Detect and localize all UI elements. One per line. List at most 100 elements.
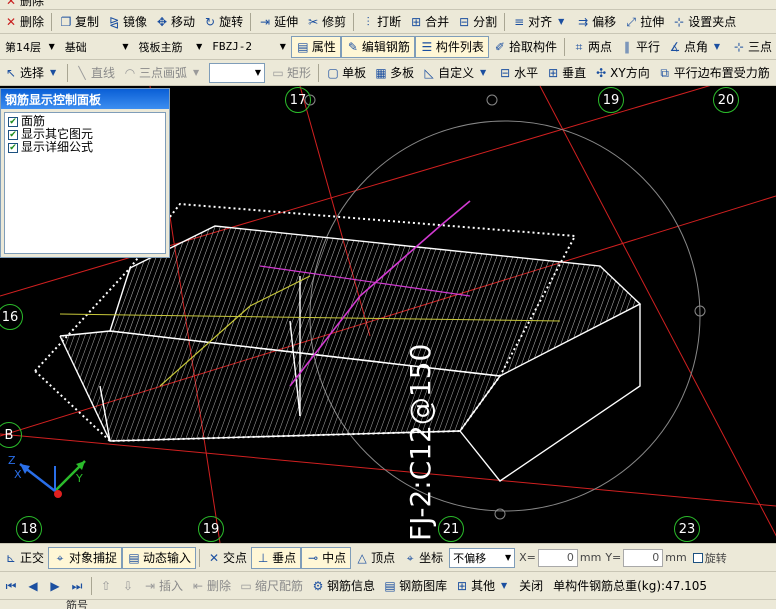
point-angle-button[interactable]: ∡ 点角 ▼	[664, 36, 728, 58]
coordinate-button[interactable]: ⌖ 坐标	[399, 547, 447, 569]
arc-button[interactable]: ◠ 三点画弧 ▼	[119, 62, 207, 84]
xy-direction-button[interactable]: ✣ XY方向	[590, 62, 654, 84]
chevron-down-icon: ▼	[504, 553, 512, 562]
extend-button[interactable]: ⇥ 延伸	[254, 11, 302, 33]
delete-button[interactable]: ✕ 删除	[0, 11, 48, 33]
rectangle-icon: ▭	[272, 65, 284, 80]
split-button[interactable]: ⊟ 分割	[453, 11, 501, 33]
first-button[interactable]: ⏮	[0, 575, 22, 597]
separator	[250, 12, 252, 31]
x-input[interactable]: 0	[537, 548, 578, 567]
two-points-button[interactable]: ⌗ 两点	[568, 36, 616, 58]
axis-label-20[interactable]: 20	[713, 87, 739, 113]
last-button[interactable]: ⏭	[66, 575, 88, 597]
edit-rebar-button[interactable]: ✎ 编辑钢筋	[340, 35, 415, 58]
grip-icon: ⊹	[674, 14, 685, 29]
align-button[interactable]: ≡ 对齐 ▼	[508, 11, 572, 33]
rotate-checkbox[interactable]	[692, 552, 703, 563]
gizmo-x-label: X	[14, 468, 22, 481]
component-name-select[interactable]: FBZJ-2 ▼	[209, 37, 289, 57]
custom-button[interactable]: ◺ 自定义 ▼	[418, 62, 494, 84]
intersection-button[interactable]: ✕ 交点	[203, 547, 251, 569]
single-plate-button[interactable]: ▢ 单板	[322, 62, 370, 84]
mirror-button[interactable]: ⧎ 镜像	[103, 11, 151, 33]
delete-button[interactable]: ✕ 删除	[0, 0, 48, 9]
next-icon: ▶	[50, 578, 60, 593]
axis-label-17[interactable]: 17	[285, 87, 311, 113]
checkbox-icon[interactable]: ✔	[8, 116, 18, 127]
multi-plate-button[interactable]: ▦ 多板	[370, 62, 418, 84]
y-unit: mm	[665, 551, 687, 564]
chevron-down-icon: ▼	[279, 42, 286, 51]
option-show-formula[interactable]: ✔ 显示详细公式	[8, 141, 162, 154]
checkbox-icon[interactable]: ✔	[8, 142, 18, 153]
horizontal-button[interactable]: ⊟ 水平	[494, 62, 542, 84]
break-button[interactable]: ⫶ 打断	[357, 11, 405, 33]
grip-point[interactable]	[486, 94, 498, 106]
grid-line	[0, 433, 776, 507]
rebar-library-button[interactable]: ▤ 钢筋图库	[379, 575, 451, 597]
scale-rebar-button[interactable]: ▭ 缩尺配筋	[235, 575, 307, 597]
offset-button[interactable]: ⇉ 偏移	[572, 11, 620, 33]
col-bar-number[interactable]: 筋号	[60, 600, 94, 609]
multi-plate-icon: ▦	[375, 65, 387, 80]
parallel-button[interactable]: ∥ 平行	[616, 36, 664, 58]
axis-label-19-bottom[interactable]: 19	[198, 516, 224, 542]
coordinate-icon: ⌖	[406, 550, 414, 565]
other-button[interactable]: ⊞ 其他 ▼	[451, 575, 515, 597]
y-input[interactable]: 0	[623, 548, 664, 567]
parallel-edge-button[interactable]: ⧉ 平行边布置受力筋	[654, 62, 774, 84]
object-snap-button[interactable]: ⌖ 对象捕捉	[48, 546, 123, 569]
line-button[interactable]: ╲ 直线	[71, 62, 119, 84]
offset-mode-select[interactable]: 不偏移 ▼	[449, 547, 516, 568]
axis-label-23[interactable]: 23	[674, 516, 700, 542]
chevron-down-icon: ▼	[196, 42, 203, 51]
dynamic-input-button[interactable]: ▤ 动态输入	[122, 546, 197, 569]
vertical-button[interactable]: ⊞ 垂直	[542, 62, 590, 84]
component-list-button[interactable]: ☰ 构件列表	[414, 35, 489, 58]
stretch-button[interactable]: ⤢ 拉伸	[620, 11, 668, 33]
insert-button[interactable]: ⇥ 插入	[139, 575, 187, 597]
move-button[interactable]: ✥ 移动	[151, 11, 199, 33]
component-type-select[interactable]: 筏板主筋 ▼	[136, 37, 206, 57]
x-unit: mm	[579, 551, 602, 564]
prev-button[interactable]: ◀	[22, 575, 44, 597]
prev-icon: ◀	[28, 578, 38, 593]
copy-button[interactable]: ❐ 复制	[55, 11, 103, 33]
axis-label-19[interactable]: 19	[598, 87, 624, 113]
rectangle-button[interactable]: ▭ 矩形	[267, 62, 315, 84]
category-select[interactable]: 基础 ▼	[62, 37, 132, 57]
next-button[interactable]: ▶	[44, 575, 66, 597]
offset-icon: ⇉	[578, 14, 589, 29]
three-points-button[interactable]: ⊹ 三点	[728, 36, 776, 58]
last-icon: ⏭	[71, 578, 83, 593]
horizontal-icon: ⊟	[500, 65, 511, 80]
close-button[interactable]: 关闭	[515, 575, 547, 597]
vertex-button[interactable]: △ 顶点	[351, 547, 399, 569]
dynamic-input-icon: ▤	[128, 550, 140, 565]
move-up-button[interactable]: ⇧	[95, 575, 117, 597]
edit-toolbar: ✕ 删除	[0, 0, 776, 10]
properties-button[interactable]: ▤ 属性	[290, 35, 341, 58]
gizmo-z-label: Z	[8, 454, 16, 467]
chevron-down-icon: ▼	[254, 68, 262, 77]
separator	[563, 37, 565, 56]
merge-button[interactable]: ⊞ 合并	[405, 11, 453, 33]
set-grip-button[interactable]: ⊹ 设置夹点	[668, 11, 740, 33]
intersection-icon: ✕	[209, 550, 220, 565]
floor-select[interactable]: 第14层 ▼	[2, 37, 58, 57]
pick-component-button[interactable]: ✐ 拾取构件	[489, 36, 561, 58]
delete-row-button[interactable]: ⇤ 删除	[187, 575, 235, 597]
perpendicular-button[interactable]: ⊥ 垂点	[251, 546, 302, 569]
midpoint-button[interactable]: ⊸ 中点	[301, 546, 352, 569]
rebar-info-button[interactable]: ⚙ 钢筋信息	[307, 575, 379, 597]
orthogonal-button[interactable]: ⊾ 正交	[0, 547, 48, 569]
select-button[interactable]: ↖ 选择 ▼	[0, 62, 64, 84]
axis-label-21[interactable]: 21	[438, 516, 464, 542]
trim-button[interactable]: ✂ 修剪	[302, 11, 350, 33]
axis-label-18[interactable]: 18	[16, 516, 42, 542]
rotate-button[interactable]: ↻ 旋转	[199, 11, 247, 33]
checkbox-icon[interactable]: ✔	[8, 129, 18, 140]
style-select[interactable]: ▼	[209, 62, 266, 83]
move-down-button[interactable]: ⇩	[117, 575, 139, 597]
